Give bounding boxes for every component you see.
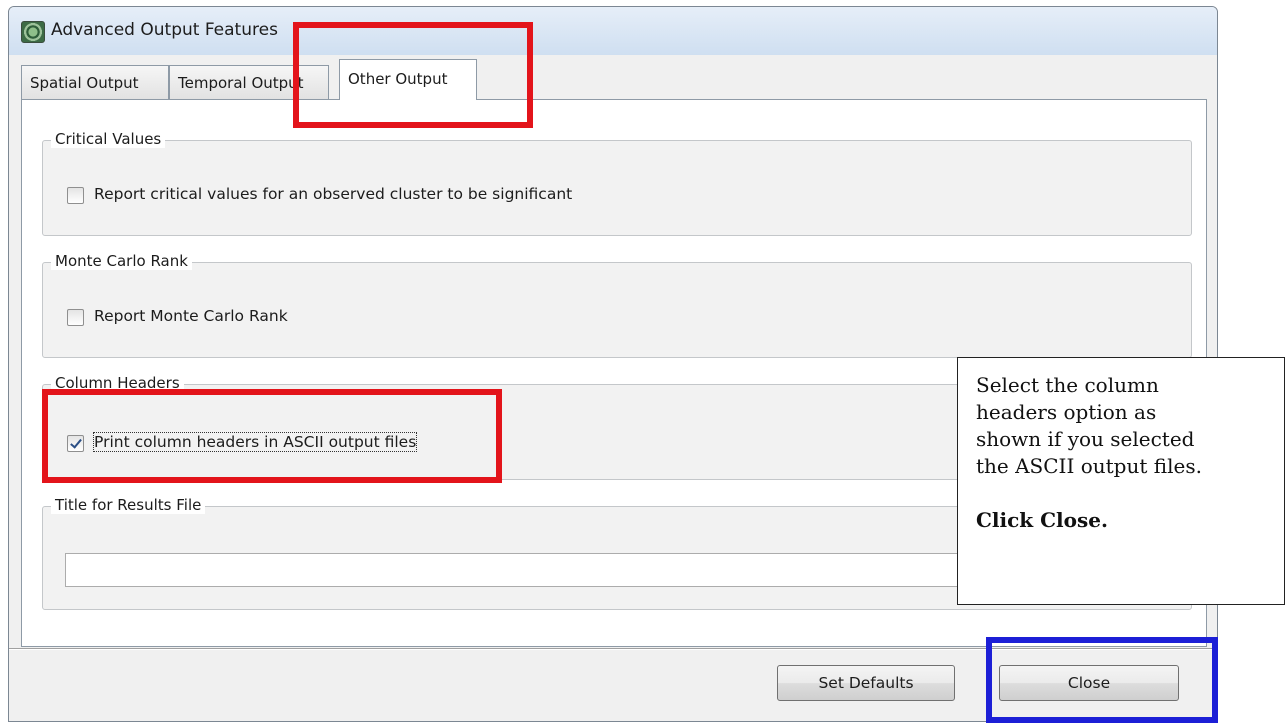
window-title: Advanced Output Features	[51, 20, 278, 40]
app-globe-icon	[21, 21, 45, 43]
group-legend: Critical Values	[51, 130, 166, 148]
group-legend: Title for Results File	[51, 496, 206, 514]
critical-values-checkbox[interactable]	[67, 187, 84, 204]
title-bar: Advanced Output Features	[9, 7, 1217, 55]
highlight-other-output-tab	[293, 22, 533, 128]
callout-line: Select the column	[976, 373, 1159, 397]
callout-line: shown if you selected	[976, 427, 1195, 451]
highlight-column-headers-option	[42, 389, 502, 483]
group-monte-carlo-rank: Monte Carlo Rank Report Monte Carlo Rank	[42, 252, 1192, 358]
instruction-callout: Select the column headers option as show…	[957, 357, 1285, 605]
highlight-close-button	[986, 637, 1218, 723]
tab-spatial-output[interactable]: Spatial Output	[21, 65, 169, 99]
critical-values-label[interactable]: Report critical values for an observed c…	[94, 185, 572, 203]
monte-carlo-checkbox[interactable]	[67, 309, 84, 326]
set-defaults-button[interactable]: Set Defaults	[777, 665, 955, 701]
monte-carlo-label[interactable]: Report Monte Carlo Rank	[94, 307, 288, 325]
group-legend: Monte Carlo Rank	[51, 252, 192, 270]
callout-line: the ASCII output files.	[976, 454, 1202, 478]
callout-action: Click Close.	[976, 508, 1108, 532]
screenshot-stage: Advanced Output Features Spatial Output …	[0, 0, 1285, 723]
group-critical-values: Critical Values Report critical values f…	[42, 130, 1192, 236]
callout-line: headers option as	[976, 400, 1157, 424]
